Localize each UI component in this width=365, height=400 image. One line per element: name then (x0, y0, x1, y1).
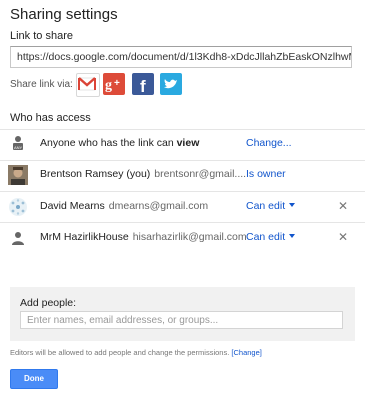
remove-user-button[interactable]: ✕ (338, 199, 348, 213)
twitter-share-button[interactable] (160, 73, 182, 95)
access-name: Anyone who has the link can (40, 137, 177, 149)
google-plus-share-button[interactable]: g + (103, 73, 125, 95)
chevron-down-icon (289, 203, 296, 207)
permission-label: Can edit (246, 231, 286, 243)
facebook-icon: f (132, 73, 154, 95)
access-name: David Mearns (40, 200, 105, 212)
access-row-editor: MrM HazirlikHouse hisarhazirlik@gmail.com… (0, 223, 365, 253)
svg-text:g: g (105, 78, 112, 93)
person-icon (8, 228, 28, 248)
change-permissions-link[interactable]: [Change] (231, 348, 261, 357)
access-level-bold: view (176, 137, 200, 149)
gmail-icon (77, 74, 99, 94)
add-people-label: Add people: (20, 297, 77, 309)
access-email: dmearns@gmail.com (108, 200, 209, 212)
user-photo (8, 165, 28, 185)
access-row-owner: Brentson Ramsey (you) brentsonr@gmail....… (0, 160, 365, 190)
permissions-note-text: Editors will be allowed to add people an… (10, 348, 230, 357)
change-link-access-link[interactable]: Change... (246, 137, 292, 149)
sharing-settings-dialog: Sharing settings Link to share https://d… (0, 0, 365, 400)
access-row-editor: David Mearns dmearns@gmail.com Can edit ✕ (0, 192, 365, 222)
chevron-down-icon (289, 234, 296, 238)
remove-user-button[interactable]: ✕ (338, 230, 348, 244)
access-name: Brentson Ramsey (you) (40, 168, 151, 180)
permission-dropdown[interactable]: Can edit (246, 231, 296, 243)
user-avatar-pattern (8, 197, 28, 217)
permissions-note: Editors will be allowed to add people an… (10, 348, 262, 357)
access-email: hisarhazirlik@gmail.com (132, 231, 247, 243)
gmail-share-button[interactable] (76, 73, 100, 97)
permission-label: Can edit (246, 200, 286, 212)
add-people-panel: Add people: (10, 287, 355, 341)
facebook-share-button[interactable]: f (132, 73, 154, 95)
add-people-input[interactable] (20, 311, 343, 329)
link-to-share-label: Link to share (10, 30, 73, 42)
twitter-icon (160, 73, 182, 95)
share-via-label: Share link via: (10, 79, 73, 90)
who-has-access-label: Who has access (10, 112, 91, 124)
svg-text:ANY: ANY (14, 145, 23, 150)
share-link-value: https://docs.google.com/document/d/1l3Kd… (17, 51, 351, 63)
access-row-link: ANY Anyone who has the link can view Cha… (0, 129, 365, 159)
google-plus-icon: g + (103, 73, 125, 95)
svg-text:+: + (114, 78, 120, 89)
svg-text:f: f (140, 77, 146, 95)
owner-status: Is owner (246, 168, 286, 180)
share-link-field[interactable]: https://docs.google.com/document/d/1l3Kd… (10, 46, 352, 68)
done-button[interactable]: Done (10, 369, 58, 389)
access-email: brentsonr@gmail.... (154, 168, 247, 180)
access-name: MrM HazirlikHouse (40, 231, 129, 243)
link-access-icon: ANY (8, 134, 28, 154)
permission-dropdown[interactable]: Can edit (246, 200, 296, 212)
dialog-title: Sharing settings (10, 6, 118, 23)
